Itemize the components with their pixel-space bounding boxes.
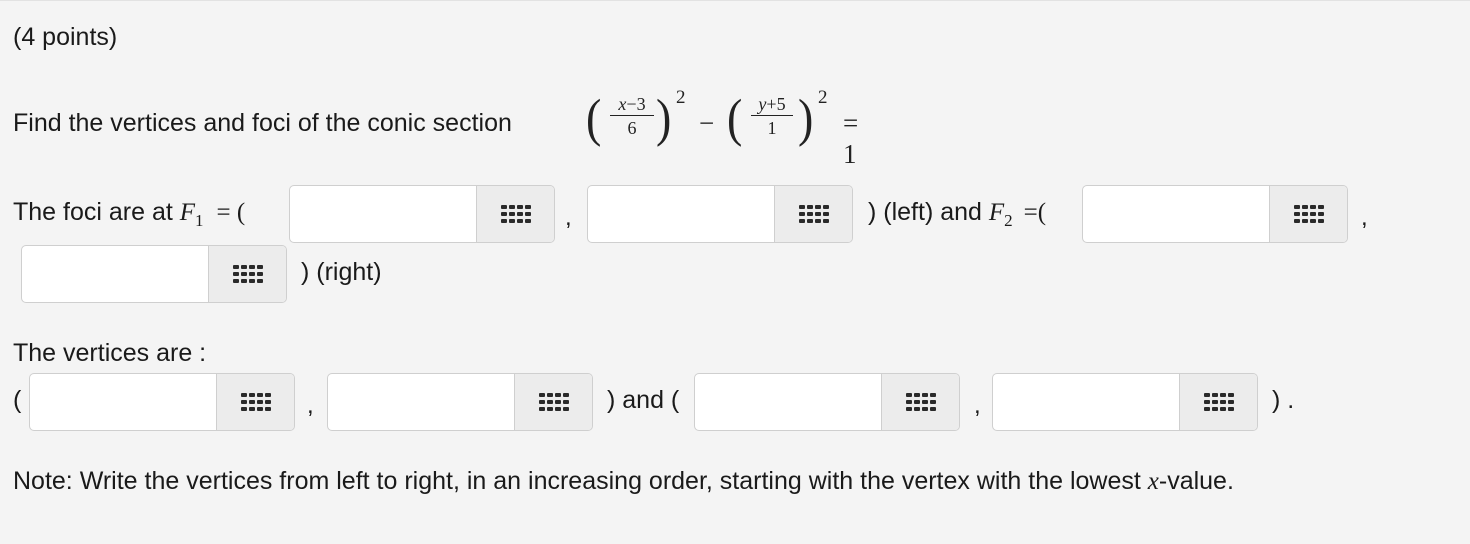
focus2-y-answer [21, 245, 287, 303]
equation-exponent-1: 2 [676, 87, 686, 108]
points-label: (4 points) [13, 23, 118, 51]
vertex1-y-keypad-button[interactable] [514, 374, 592, 430]
foci-comma-1: , [565, 204, 572, 231]
fraction-1-denominator: 6 [627, 118, 637, 138]
equation-fraction-1: x−3 6 [610, 95, 654, 137]
foci-prefix: The foci are at F1 = ( [13, 198, 246, 230]
fraction-1-bar [610, 115, 654, 116]
equation-fraction-2: y+5 1 [751, 95, 793, 137]
equation-minus: − [699, 108, 715, 138]
equation-exponent-2: 2 [818, 87, 828, 108]
keypad-icon [1293, 205, 1324, 223]
focus1-x-input[interactable] [290, 186, 476, 242]
equation-left-paren-1: ( [586, 88, 602, 148]
vertex1-x-answer [29, 373, 295, 431]
focus1-y-keypad-button[interactable] [774, 186, 852, 242]
vertices-close-label: ) . [1272, 386, 1295, 414]
vertex1-x-keypad-button[interactable] [216, 374, 294, 430]
fraction-2-bar [751, 115, 793, 116]
focus2-y-keypad-button[interactable] [208, 246, 286, 302]
keypad-icon [1203, 393, 1234, 411]
focus2-x-answer [1082, 185, 1348, 243]
focus1-y-input[interactable] [588, 186, 774, 242]
fraction-2-denominator: 1 [767, 118, 777, 138]
vertex2-y-keypad-button[interactable] [1179, 374, 1257, 430]
keypad-icon [798, 205, 829, 223]
keypad-icon [538, 393, 569, 411]
equation-rhs: = 1 [843, 108, 859, 169]
foci-left-and-label: ) (left) and F2 =( [868, 198, 1047, 230]
question-prompt: Find the vertices and foci of the conic … [13, 109, 512, 137]
f2-symbol: F2 [988, 199, 1013, 230]
keypad-icon [240, 393, 271, 411]
vertices-heading: The vertices are : [13, 339, 207, 367]
vertex2-y-answer [992, 373, 1258, 431]
focus2-x-input[interactable] [1083, 186, 1269, 242]
top-divider [0, 0, 1470, 1]
vertex1-x-input[interactable] [30, 374, 216, 430]
f1-symbol: F1 [179, 199, 204, 230]
fraction-1-numerator: x−3 [618, 94, 646, 114]
foci-comma-2: , [1361, 204, 1368, 231]
focus1-x-answer [289, 185, 555, 243]
vertices-and-label: ) and ( [607, 386, 680, 414]
vertices-open-paren: ( [13, 386, 22, 414]
vertices-comma-2: , [974, 392, 981, 419]
focus2-y-input[interactable] [22, 246, 208, 302]
foci-right-label: ) (right) [301, 258, 382, 286]
equation-left-paren-2: ( [727, 88, 743, 148]
vertex2-x-keypad-button[interactable] [881, 374, 959, 430]
keypad-icon [905, 393, 936, 411]
equation-right-paren-2: ) [798, 88, 814, 148]
vertex1-y-input[interactable] [328, 374, 514, 430]
focus1-y-answer [587, 185, 853, 243]
equation-right-paren-1: ) [656, 88, 672, 148]
focus2-x-keypad-button[interactable] [1269, 186, 1347, 242]
fraction-2-numerator: y+5 [758, 94, 786, 114]
vertex2-y-input[interactable] [993, 374, 1179, 430]
keypad-icon [232, 265, 263, 283]
note-text: Note: Write the vertices from left to ri… [13, 467, 1234, 495]
vertices-comma-1: , [307, 392, 314, 419]
focus1-x-keypad-button[interactable] [476, 186, 554, 242]
keypad-icon [500, 205, 531, 223]
vertex2-x-input[interactable] [695, 374, 881, 430]
note-x-var: x [1147, 468, 1159, 495]
vertex2-x-answer [694, 373, 960, 431]
vertex1-y-answer [327, 373, 593, 431]
